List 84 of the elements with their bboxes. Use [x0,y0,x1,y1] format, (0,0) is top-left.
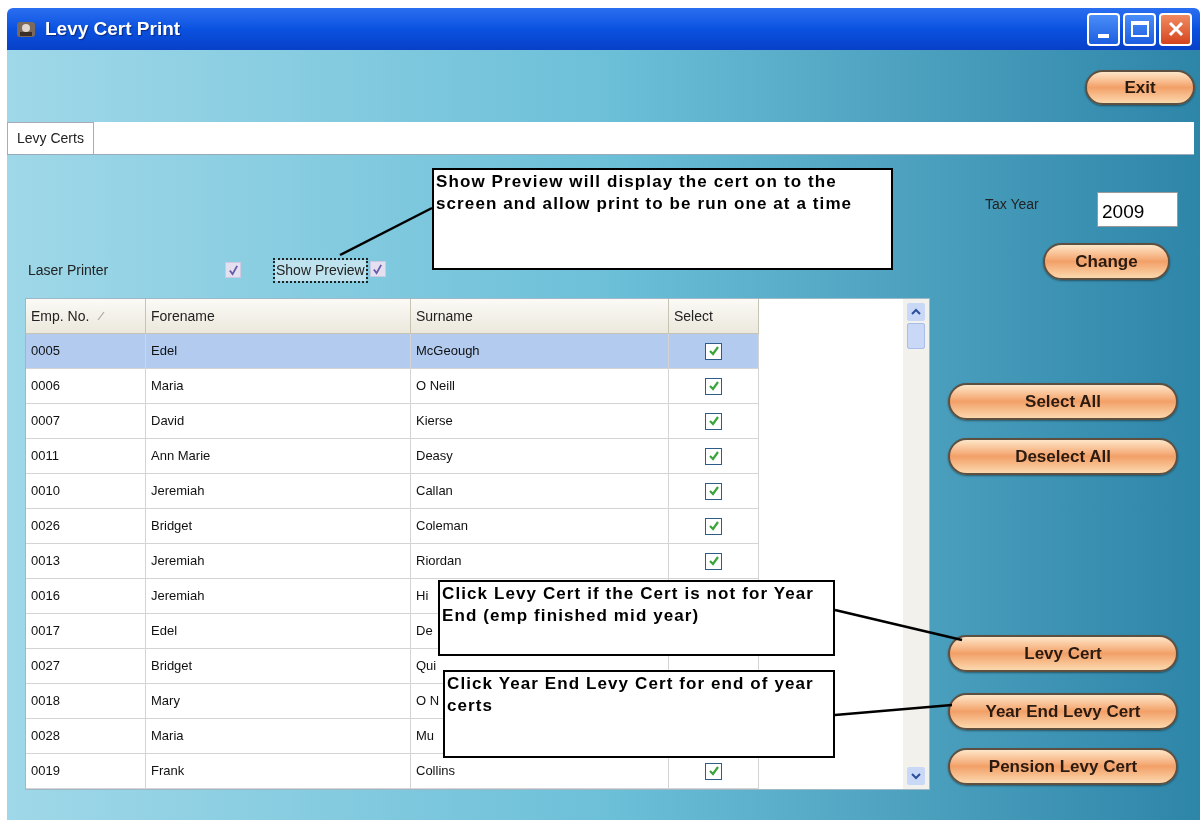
checkbox[interactable] [705,762,722,780]
table-cell-text: O Neill [416,377,455,396]
tax-year-label: Tax Year [985,195,1039,214]
column-header[interactable]: Surname [411,299,669,333]
checkbox[interactable] [705,412,722,430]
maximize-button[interactable] [1123,12,1156,46]
table-cell-text: McGeough [416,342,480,361]
option-label: Show Preview [275,259,366,281]
table-row[interactable]: 0010 Jeremiah Callan [26,474,759,509]
table-cell-text: 0011 [31,447,59,466]
note-tooltip: Show Preview will display the cert on to the screen and allow print to be run one at a time [432,168,893,270]
column-header[interactable]: Emp. No. [26,299,146,333]
table-cell-text: Mary [151,692,180,711]
table-cell-text: David [151,412,185,431]
table-cell-text: De [416,622,433,641]
table-cell-text: Coleman [416,517,469,536]
table-cell-text: O N [416,692,440,711]
table-cell-text: 0006 [31,377,60,396]
table-cell-text: Edel [151,622,178,641]
checkbox[interactable] [705,342,722,360]
table-cell-text: Qui [416,657,437,676]
table-cell-text: Jeremiah [151,587,205,606]
table-cell-text: 0010 [31,482,60,501]
print-button[interactable]: Year End Levy Cert [948,693,1178,730]
checkbox[interactable] [705,517,722,535]
table-row[interactable]: 0006 Maria O Neill [26,369,759,404]
table-cell-text: 0026 [31,517,60,536]
print-button[interactable]: Levy Cert [948,635,1178,672]
close-button[interactable] [1159,12,1192,46]
table-cell-text: Frank [151,762,185,781]
checkbox[interactable] [705,377,722,395]
checkbox[interactable] [705,552,722,570]
table-cell-text: Callan [416,482,453,501]
table-cell-text: 0028 [31,727,60,746]
table-row[interactable]: 0005 Edel McGeough [26,334,759,369]
table-cell-text: Mu [416,727,435,746]
table-cell-text: 0018 [31,692,60,711]
select-button[interactable]: Deselect All [948,438,1178,475]
table-cell-text: Jeremiah [151,482,205,501]
table-cell-text: 0007 [31,412,60,431]
table-cell-text: 0027 [31,657,60,676]
table-row[interactable]: 0011 Ann Marie Deasy [26,439,759,474]
table-row[interactable]: 0026 Bridget Coleman [26,509,759,544]
window-title: Levy Cert Print [45,16,181,41]
table-row[interactable]: 0007 David Kierse [26,404,759,439]
table-cell-text: Maria [151,377,184,396]
table-row[interactable]: 0019 Frank Collins [26,754,759,789]
tax-year-field[interactable]: 2009 [1097,192,1178,227]
checkbox[interactable] [705,482,722,500]
table-cell-text: Hi [416,587,429,606]
note-tooltip: Click Levy Cert if the Cert is not for Year End (emp finished mid year) [438,580,835,656]
scroll-up-icon[interactable] [907,303,925,321]
scroll-thumb[interactable] [907,323,925,349]
table-cell-text: 0016 [31,587,60,606]
close-icon [1166,20,1185,38]
change-button[interactable]: Change [1043,243,1170,280]
column-header[interactable]: Forename [146,299,411,333]
column-header[interactable]: Select [669,299,759,333]
app-icon [15,19,37,39]
table-cell-text: Edel [151,342,178,361]
table-cell-text: Bridget [151,517,193,536]
exit-button[interactable]: Exit [1085,70,1195,105]
table-cell-text: 0013 [31,552,60,571]
table-cell-text: Ann Marie [151,447,211,466]
minimize-button[interactable] [1087,12,1120,46]
note-tooltip: Click Year End Levy Cert for end of year certs [443,670,835,758]
table-cell-text: Maria [151,727,184,746]
print-button[interactable]: Pension Levy Cert [948,748,1178,785]
checkbox[interactable] [705,447,722,465]
table-cell-text: Riordan [416,552,462,571]
option-label: Laser Printer [28,260,110,280]
tab[interactable]: Levy Certs [7,122,94,154]
table-cell-text: Kierse [416,412,453,431]
table-row[interactable]: 0013 Jeremiah Riordan [26,544,759,579]
scroll-down-icon[interactable] [907,767,925,785]
table-cell-text: Collins [416,762,455,781]
table-cell-text: 0017 [31,622,60,641]
select-button[interactable]: Select All [948,383,1178,420]
table-cell-text: 0019 [31,762,60,781]
scrollbar[interactable] [903,299,929,789]
table-cell-text: Jeremiah [151,552,205,571]
table-cell-text: Bridget [151,657,193,676]
table-cell-text: Deasy [416,447,453,466]
table-cell-text: 0005 [31,342,60,361]
